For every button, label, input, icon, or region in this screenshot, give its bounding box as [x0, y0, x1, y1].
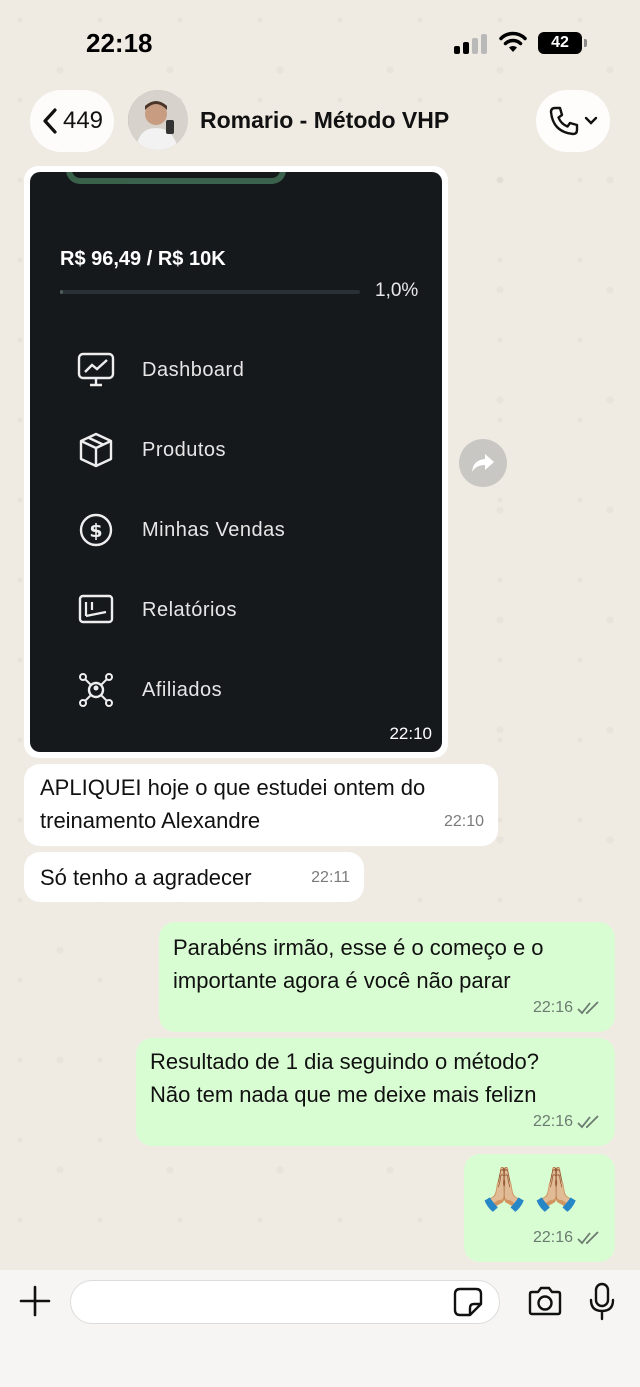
message-time: 22:11 [311, 869, 350, 886]
menu-item-relatorios: Relatórios [76, 588, 237, 632]
chevron-down-icon [584, 116, 598, 125]
message-time: 22:10 [389, 724, 432, 743]
sticker-icon[interactable] [452, 1286, 484, 1318]
forward-button[interactable] [459, 439, 507, 487]
menu-item-dashboard: Dashboard [76, 348, 244, 392]
chart-monitor-icon [76, 350, 116, 390]
message-meta: 22:16 [533, 1105, 601, 1138]
menu-item-afiliados: Afiliados [76, 668, 222, 712]
menu-item-label: Relatórios [142, 598, 238, 621]
message-text-line: Só tenho a agradecer [40, 865, 252, 890]
revenue-balance: R$ 96,49 / R$ 10K [60, 248, 226, 270]
message-time: 22:16 [532, 1229, 573, 1246]
menu-item-label: Afiliados [142, 678, 223, 701]
chat-header: 449 Romario - Método VHP [0, 84, 640, 160]
wifi-icon [499, 31, 527, 52]
message-bubble-incoming[interactable]: Só tenho a agradecer 22:11 [24, 852, 364, 902]
message-time: 22:16 [532, 1113, 573, 1130]
message-meta: 22:16 [533, 991, 601, 1024]
box-icon [76, 430, 116, 470]
status-time: 22:18 [86, 28, 153, 58]
message-bubble-outgoing[interactable]: 🙏🏼🙏🏼 22:16 [464, 1154, 615, 1262]
message-input[interactable] [70, 1280, 500, 1324]
call-button[interactable] [536, 90, 610, 152]
message-text-line: Resultado de 1 dia seguindo o método? [150, 1049, 539, 1074]
avatar[interactable] [128, 90, 188, 150]
menu-item-produtos: Produtos [76, 428, 226, 472]
message-text-line: APLIQUEI hoje o que estudei ontem do [40, 775, 426, 800]
message-bubble-incoming[interactable]: APLIQUEI hoje o que estudei ontem do tre… [24, 764, 498, 846]
menu-item-minhas-vendas: $ Minhas Vendas [76, 508, 285, 552]
forward-arrow-icon [472, 454, 494, 472]
menu-item-label: Minhas Vendas [142, 518, 286, 541]
status-bar: 22:18 42 [0, 0, 640, 80]
message-bubble-outgoing[interactable]: Parabéns irmão, esse é o começo e o impo… [159, 922, 615, 1032]
back-button[interactable]: 449 [30, 90, 114, 152]
message-composer [0, 1270, 640, 1387]
double-check-icon [577, 1000, 599, 1014]
dashboard-screenshot: R$ 96,49 / R$ 10K 1,0% Dashboard Produto… [30, 172, 442, 752]
report-icon [76, 590, 116, 630]
revenue-progress-bar [60, 290, 360, 294]
plus-icon[interactable] [18, 1284, 52, 1318]
battery-indicator: 42 [538, 32, 587, 54]
image-message[interactable]: R$ 96,49 / R$ 10K 1,0% Dashboard Produto… [24, 166, 448, 758]
double-check-icon [577, 1114, 599, 1128]
network-icon [76, 670, 116, 710]
emoji-message: 🙏🏼🙏🏼 [478, 1164, 583, 1213]
camera-icon[interactable] [526, 1284, 564, 1320]
message-text-line: treinamento Alexandre [40, 808, 261, 833]
avatar-image [128, 90, 188, 150]
microphone-icon[interactable] [588, 1282, 616, 1322]
unread-count: 449 [62, 107, 104, 134]
contact-name[interactable]: Romario - Método VHP [200, 107, 449, 134]
dollar-circle-icon: $ [76, 510, 116, 550]
message-time: 22:16 [532, 999, 573, 1016]
cellular-signal-icon [454, 32, 488, 54]
message-bubble-outgoing[interactable]: Resultado de 1 dia seguindo o método? Nã… [136, 1038, 615, 1146]
chevron-left-icon [43, 108, 57, 134]
revenue-progress-fill [60, 290, 63, 294]
message-text-line: Parabéns irmão, esse é o começo e o [173, 935, 544, 960]
double-check-icon [577, 1230, 599, 1244]
phone-icon [549, 106, 579, 136]
revenue-progress-label: 1,0% [375, 280, 419, 301]
svg-text:$: $ [89, 520, 102, 542]
message-time: 22:10 [443, 813, 484, 830]
menu-item-label: Dashboard [142, 358, 245, 381]
menu-item-label: Produtos [142, 438, 227, 461]
app-logo [66, 172, 286, 184]
message-meta: 22:16 [533, 1221, 601, 1254]
